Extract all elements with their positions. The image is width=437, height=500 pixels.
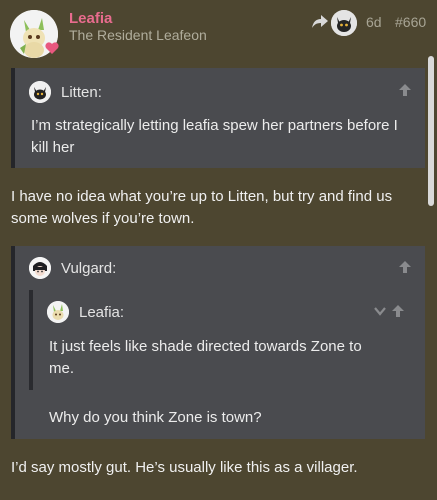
quote-author: Vulgard: — [61, 260, 117, 277]
quote-text-line: I’m strategically letting leafia spew he… — [31, 117, 398, 134]
quote-bar — [11, 246, 15, 439]
up-arrow-icon[interactable] — [398, 260, 412, 274]
reply-arrow-icon[interactable] — [311, 13, 329, 29]
post-text-line: some wolves if you’re town. — [11, 210, 195, 227]
heart-icon — [45, 42, 59, 54]
username[interactable]: Leafia — [69, 10, 112, 27]
quote-author: Leafia: — [79, 304, 125, 321]
up-arrow-icon[interactable] — [391, 304, 405, 318]
reply-to-avatar[interactable] — [331, 10, 357, 36]
quote-author: Litten: — [61, 84, 102, 101]
post-header: Leafia The Resident Leafeon 6d #660 — [0, 0, 437, 62]
user-title: The Resident Leafeon — [69, 27, 207, 43]
quote-block: Litten: I’m strategically letting leafia… — [11, 68, 425, 168]
quote-text-line: Why do you think Zone is town? — [49, 409, 262, 426]
up-arrow-icon[interactable] — [398, 83, 412, 97]
quote-text-line: It just feels like shade directed toward… — [49, 338, 362, 355]
quote-block: Vulgard: Leafia: It just feels like shad… — [11, 246, 425, 439]
nested-quote-block: Leafia: It just feels like shade directe… — [29, 290, 419, 390]
post-text-line: I’d say mostly gut. He’s usually like th… — [11, 459, 358, 476]
scrollbar[interactable] — [428, 56, 434, 206]
quote-avatar — [29, 81, 51, 103]
post-number[interactable]: #660 — [395, 14, 426, 30]
quote-bar — [29, 290, 33, 390]
quote-bar — [11, 68, 15, 168]
post-age[interactable]: 6d — [366, 14, 382, 30]
chevron-down-icon[interactable] — [373, 304, 387, 318]
quote-text-line: me. — [49, 360, 75, 377]
quote-avatar — [29, 257, 51, 279]
quote-avatar — [47, 301, 69, 323]
quote-text-line: kill her — [31, 139, 75, 156]
post-text-line: I have no idea what you’re up to Litten,… — [11, 188, 393, 205]
